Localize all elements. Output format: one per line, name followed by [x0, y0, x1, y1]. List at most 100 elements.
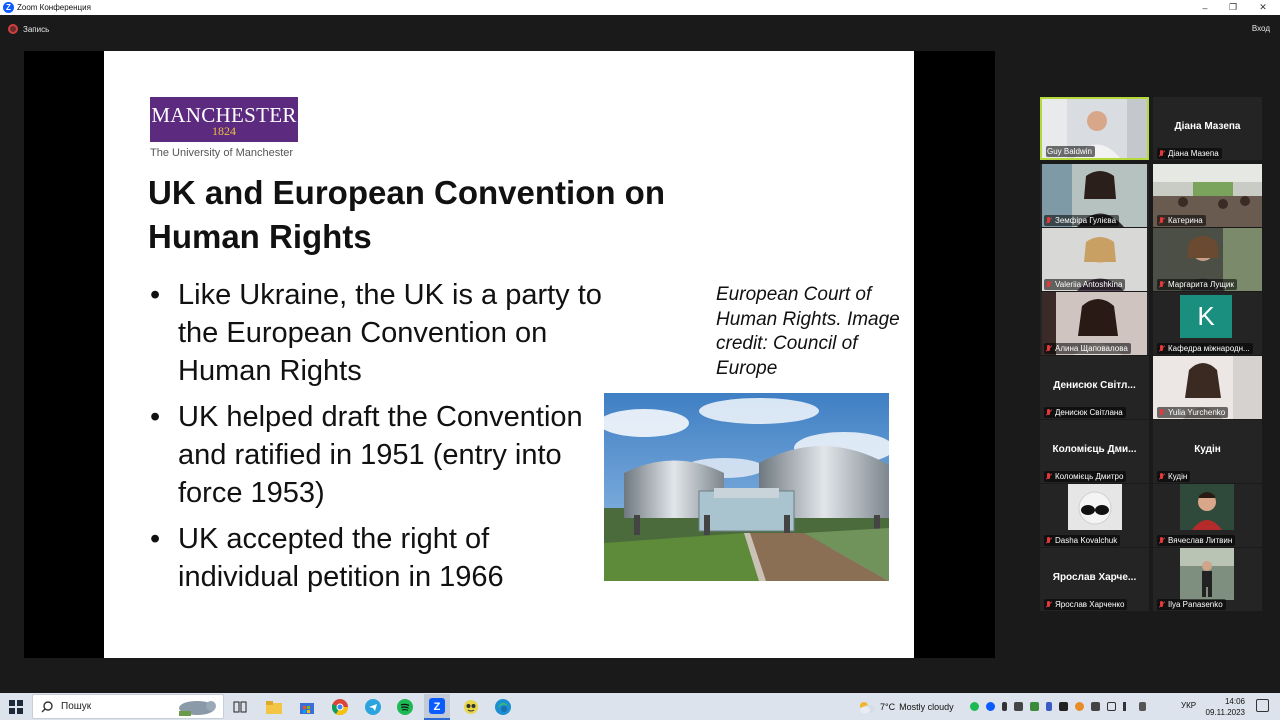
participant-tile[interactable]: Маргарита Лущик	[1153, 228, 1262, 291]
participant-tile[interactable]: Dasha Kovalchuk	[1040, 484, 1149, 547]
zoom-taskbar-button[interactable]: Z	[424, 694, 450, 720]
network-icon[interactable]	[1107, 702, 1116, 711]
participant-tile[interactable]: Коломієць Дми... Коломієць Дмитро	[1040, 420, 1149, 483]
mic-muted-icon	[1158, 216, 1165, 225]
participant-name-tag: Коломієць Дмитро	[1044, 471, 1127, 482]
participant-tile[interactable]: Вячеслав Литвин	[1153, 484, 1262, 547]
meeting-toolbar: Запись Вход	[0, 15, 1280, 42]
app-tray-icon[interactable]	[1030, 702, 1039, 711]
window-title: Zoom Конференция	[17, 3, 91, 12]
tray-app-icon[interactable]	[1075, 702, 1084, 711]
battery-status-icon[interactable]	[1139, 702, 1146, 711]
logo-subtitle: The University of Manchester	[150, 147, 294, 159]
search-highlight-icon	[179, 700, 216, 716]
battery-icon[interactable]	[1014, 702, 1023, 711]
mic-muted-icon	[1158, 472, 1165, 481]
participant-name: Алина Щаповалова	[1055, 344, 1128, 353]
participant-name-tag: Ilya Panasenko	[1157, 599, 1226, 610]
bullet-icon: •	[150, 401, 161, 433]
telegram-button[interactable]	[363, 697, 383, 717]
enter-button[interactable]: Вход	[1252, 24, 1270, 33]
bullet-icon: •	[150, 279, 161, 311]
close-button[interactable]: ✕	[1248, 0, 1278, 15]
participant-tile[interactable]: Valeriia Antoshkina	[1040, 228, 1149, 291]
mic-muted-icon	[1045, 472, 1052, 481]
mic-muted-icon	[1045, 600, 1052, 609]
bullet-text: UK helped draft the Convention and ratif…	[178, 401, 583, 509]
participant-display-name: Коломієць Дми...	[1052, 444, 1137, 455]
participant-display-name: Ярослав Харче...	[1052, 572, 1137, 583]
mic-muted-icon	[1158, 536, 1165, 545]
system-tray	[970, 693, 1153, 720]
grid-tray-icon[interactable]	[1059, 702, 1068, 711]
presentation-slide: MANCHESTER 1824 The University of Manche…	[104, 51, 914, 658]
participant-name: Земфіра Гулієва	[1055, 216, 1117, 225]
participant-name-tag: Кудін	[1157, 471, 1191, 482]
taskbar-search[interactable]: Пошук	[32, 694, 224, 719]
participant-name-tag: Діана Мазепа	[1157, 148, 1222, 159]
clock-time: 14:06	[1224, 697, 1245, 706]
game-button[interactable]	[461, 697, 481, 717]
participant-display-name: Денисюк Світл...	[1053, 380, 1136, 391]
tray-tool-icon[interactable]	[1091, 702, 1100, 711]
participant-tile[interactable]: Катерина	[1153, 164, 1262, 227]
task-view-button[interactable]	[230, 697, 250, 717]
minimize-button[interactable]: –	[1190, 0, 1220, 15]
participant-name: Кудін	[1168, 472, 1188, 481]
participant-tile[interactable]: Денисюк Світл... Денисюк Світлана	[1040, 356, 1149, 419]
participant-tile[interactable]: Діана Мазепа Діана Мазепа	[1153, 97, 1262, 160]
spotify-button[interactable]	[395, 697, 415, 717]
search-icon	[41, 700, 53, 712]
participant-name: Guy Baldwin	[1047, 147, 1092, 156]
participant-name-tag: Земфіра Гулієва	[1044, 215, 1120, 226]
university-logo: MANCHESTER 1824 The University of Manche…	[150, 97, 298, 159]
participant-name: Маргарита Лущик	[1168, 280, 1234, 289]
participant-tile[interactable]: Ilya Panasenko	[1153, 548, 1262, 611]
clock[interactable]: 14:06 09.11.2023	[1205, 696, 1245, 718]
cloudy-weather-icon	[860, 701, 875, 713]
edge-icon	[495, 699, 511, 715]
participant-name-tag: Катерина	[1157, 215, 1206, 226]
zoom-icon: Z	[429, 698, 445, 714]
mic-muted-icon	[1158, 600, 1165, 609]
weather-widget[interactable]: 7°C Mostly cloudy	[858, 693, 954, 720]
participant-tile[interactable]: Земфіра Гулієва	[1040, 164, 1149, 227]
microphone-icon[interactable]	[1002, 702, 1007, 711]
participant-display-name: Кудін	[1194, 444, 1221, 455]
search-placeholder: Пошук	[61, 701, 92, 712]
participant-name: Катерина	[1168, 216, 1203, 225]
chrome-button[interactable]	[330, 697, 350, 717]
bullet-text: Like Ukraine, the UK is a party to the E…	[178, 279, 602, 387]
mic-muted-icon	[1158, 344, 1165, 353]
restore-button[interactable]: ❐	[1218, 0, 1248, 15]
participant-name-tag: Алина Щаповалова	[1044, 343, 1131, 354]
participant-tile[interactable]: K Кафедра міжнародн...	[1153, 292, 1262, 355]
bullet-item: • UK helped draft the Convention and rati…	[144, 398, 604, 512]
participant-tile[interactable]: Алина Щаповалова	[1040, 292, 1149, 355]
recording-indicator[interactable]: Запись	[8, 24, 49, 34]
volume-icon[interactable]	[1123, 702, 1132, 711]
file-explorer-button[interactable]	[264, 697, 284, 717]
participant-name-tag: Yulia Yurchenko	[1157, 407, 1229, 418]
participant-name-tag: Dasha Kovalchuk	[1044, 535, 1121, 546]
spotify-tray-icon[interactable]	[970, 702, 979, 711]
notification-icon[interactable]	[1256, 699, 1269, 712]
participant-tile[interactable]: Yulia Yurchenko	[1153, 356, 1262, 419]
participant-name: Ярослав Харченко	[1055, 600, 1125, 609]
logo-name: MANCHESTER	[151, 103, 297, 127]
participant-tile[interactable]: Guy Baldwin	[1040, 97, 1149, 160]
mic-muted-icon	[1045, 536, 1052, 545]
bluetooth-icon[interactable]	[1046, 702, 1052, 711]
start-button[interactable]	[6, 697, 26, 717]
participant-name: Коломієць Дмитро	[1055, 472, 1124, 481]
logo-box: MANCHESTER 1824	[150, 97, 298, 142]
participant-tile[interactable]: Ярослав Харче... Ярослав Харченко	[1040, 548, 1149, 611]
mic-muted-icon	[1158, 280, 1165, 289]
participant-tile[interactable]: Кудін Кудін	[1153, 420, 1262, 483]
language-indicator[interactable]: УКР	[1181, 701, 1196, 710]
svg-text:Z: Z	[434, 701, 441, 713]
zoom-tray-icon[interactable]	[986, 702, 995, 711]
edge-button[interactable]	[493, 697, 513, 717]
bullet-list: • Like Ukraine, the UK is a party to the …	[144, 276, 604, 604]
store-button[interactable]	[297, 697, 317, 717]
